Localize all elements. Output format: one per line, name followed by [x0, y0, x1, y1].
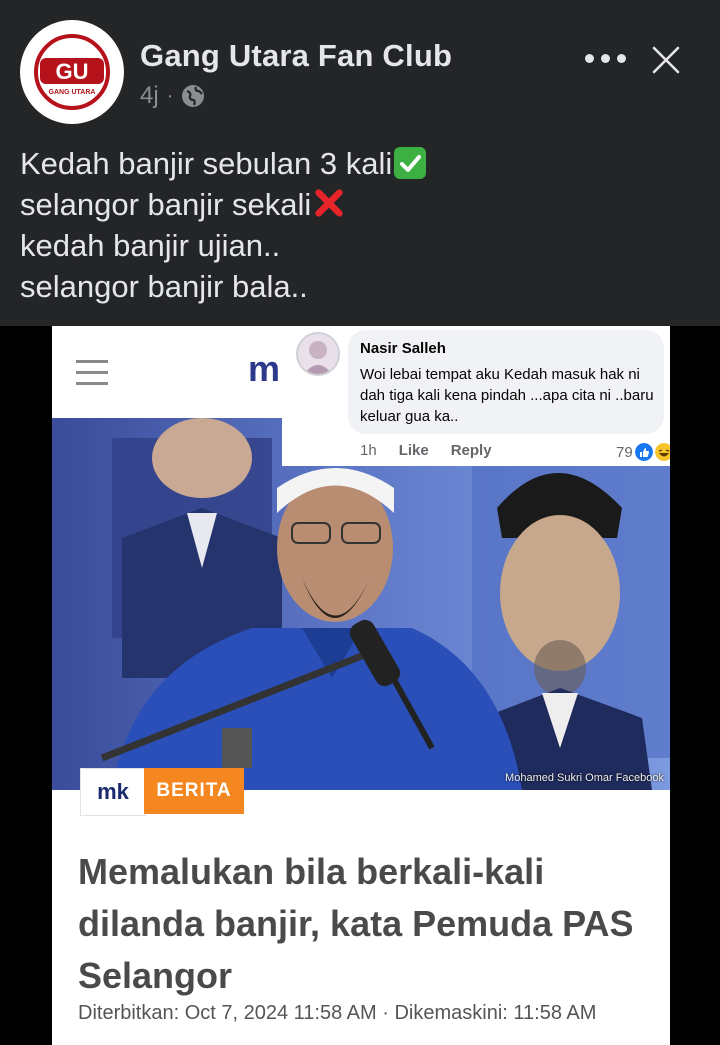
page-name[interactable]: Gang Utara Fan Club [140, 38, 452, 74]
comment-like-button[interactable]: Like [399, 442, 429, 462]
comment-time: 1h [360, 442, 377, 459]
article-headline: Memalukan bila berkali-kali dilanda banj… [78, 851, 634, 996]
post-text: Kedah banjir sebulan 3 kali selangor ban… [20, 143, 700, 307]
page-avatar[interactable]: GU GANG UTARA [20, 20, 124, 124]
post-line: selangor banjir bala.. [20, 269, 308, 304]
photo-credit: Mohamed Sukri Omar Facebook [505, 772, 664, 784]
gang-utara-logo: GU GANG UTARA [22, 22, 122, 122]
category-badge: BERITA [144, 768, 244, 814]
svg-text:GU: GU [56, 59, 89, 84]
check-mark-emoji [394, 147, 427, 179]
hamburger-menu-icon[interactable] [76, 360, 108, 388]
article-photo [52, 418, 670, 790]
more-options-button[interactable] [580, 40, 630, 76]
cross-mark-emoji [313, 187, 347, 221]
post-line: kedah banjir ujian.. [20, 228, 281, 263]
meta-separator: · [166, 84, 174, 107]
site-logo: m [248, 348, 281, 389]
haha-reaction-icon [654, 443, 670, 461]
svg-text:GANG UTARA: GANG UTARA [49, 89, 96, 96]
post-meta: 4j · [140, 82, 205, 110]
comment-actions: 1h Like Reply [360, 442, 492, 462]
mk-logo-badge: mk [80, 768, 146, 816]
post-line: selangor banjir sekali [20, 184, 700, 225]
comment-bubble: Nasir Salleh Woi lebai tempat aku Kedah … [348, 330, 664, 434]
comment-text: Woi lebai tempat aku Kedah masuk hak ni … [360, 366, 654, 425]
post-line: Kedah banjir sebulan 3 kali [20, 143, 700, 184]
close-button[interactable] [648, 42, 684, 78]
commenter-avatar[interactable] [296, 332, 340, 376]
mk-logo: mk [97, 779, 129, 804]
published-date: Diterbitkan: Oct 7, 2024 11:58 AM · Dike… [78, 1002, 597, 1024]
like-reaction-icon [634, 443, 653, 461]
shared-image[interactable]: m Mohamed Sukri Omar Facebook Nasir Sall… [52, 326, 670, 1045]
close-icon [652, 46, 680, 74]
globe-icon [182, 85, 205, 107]
more-dot [616, 53, 626, 63]
comment-overlay: Nasir Salleh Woi lebai tempat aku Kedah … [282, 326, 670, 466]
more-dot [600, 53, 610, 63]
comment-reply-button[interactable]: Reply [451, 442, 492, 462]
reaction-count: 79 [616, 443, 633, 461]
post-header: GU GANG UTARA Gang Utara Fan Club 4j · K… [0, 0, 720, 326]
more-dot [584, 53, 594, 63]
comment-reactions[interactable]: 79 [616, 442, 670, 462]
post-time[interactable]: 4j [140, 82, 159, 110]
commenter-name[interactable]: Nasir Salleh [360, 340, 446, 357]
